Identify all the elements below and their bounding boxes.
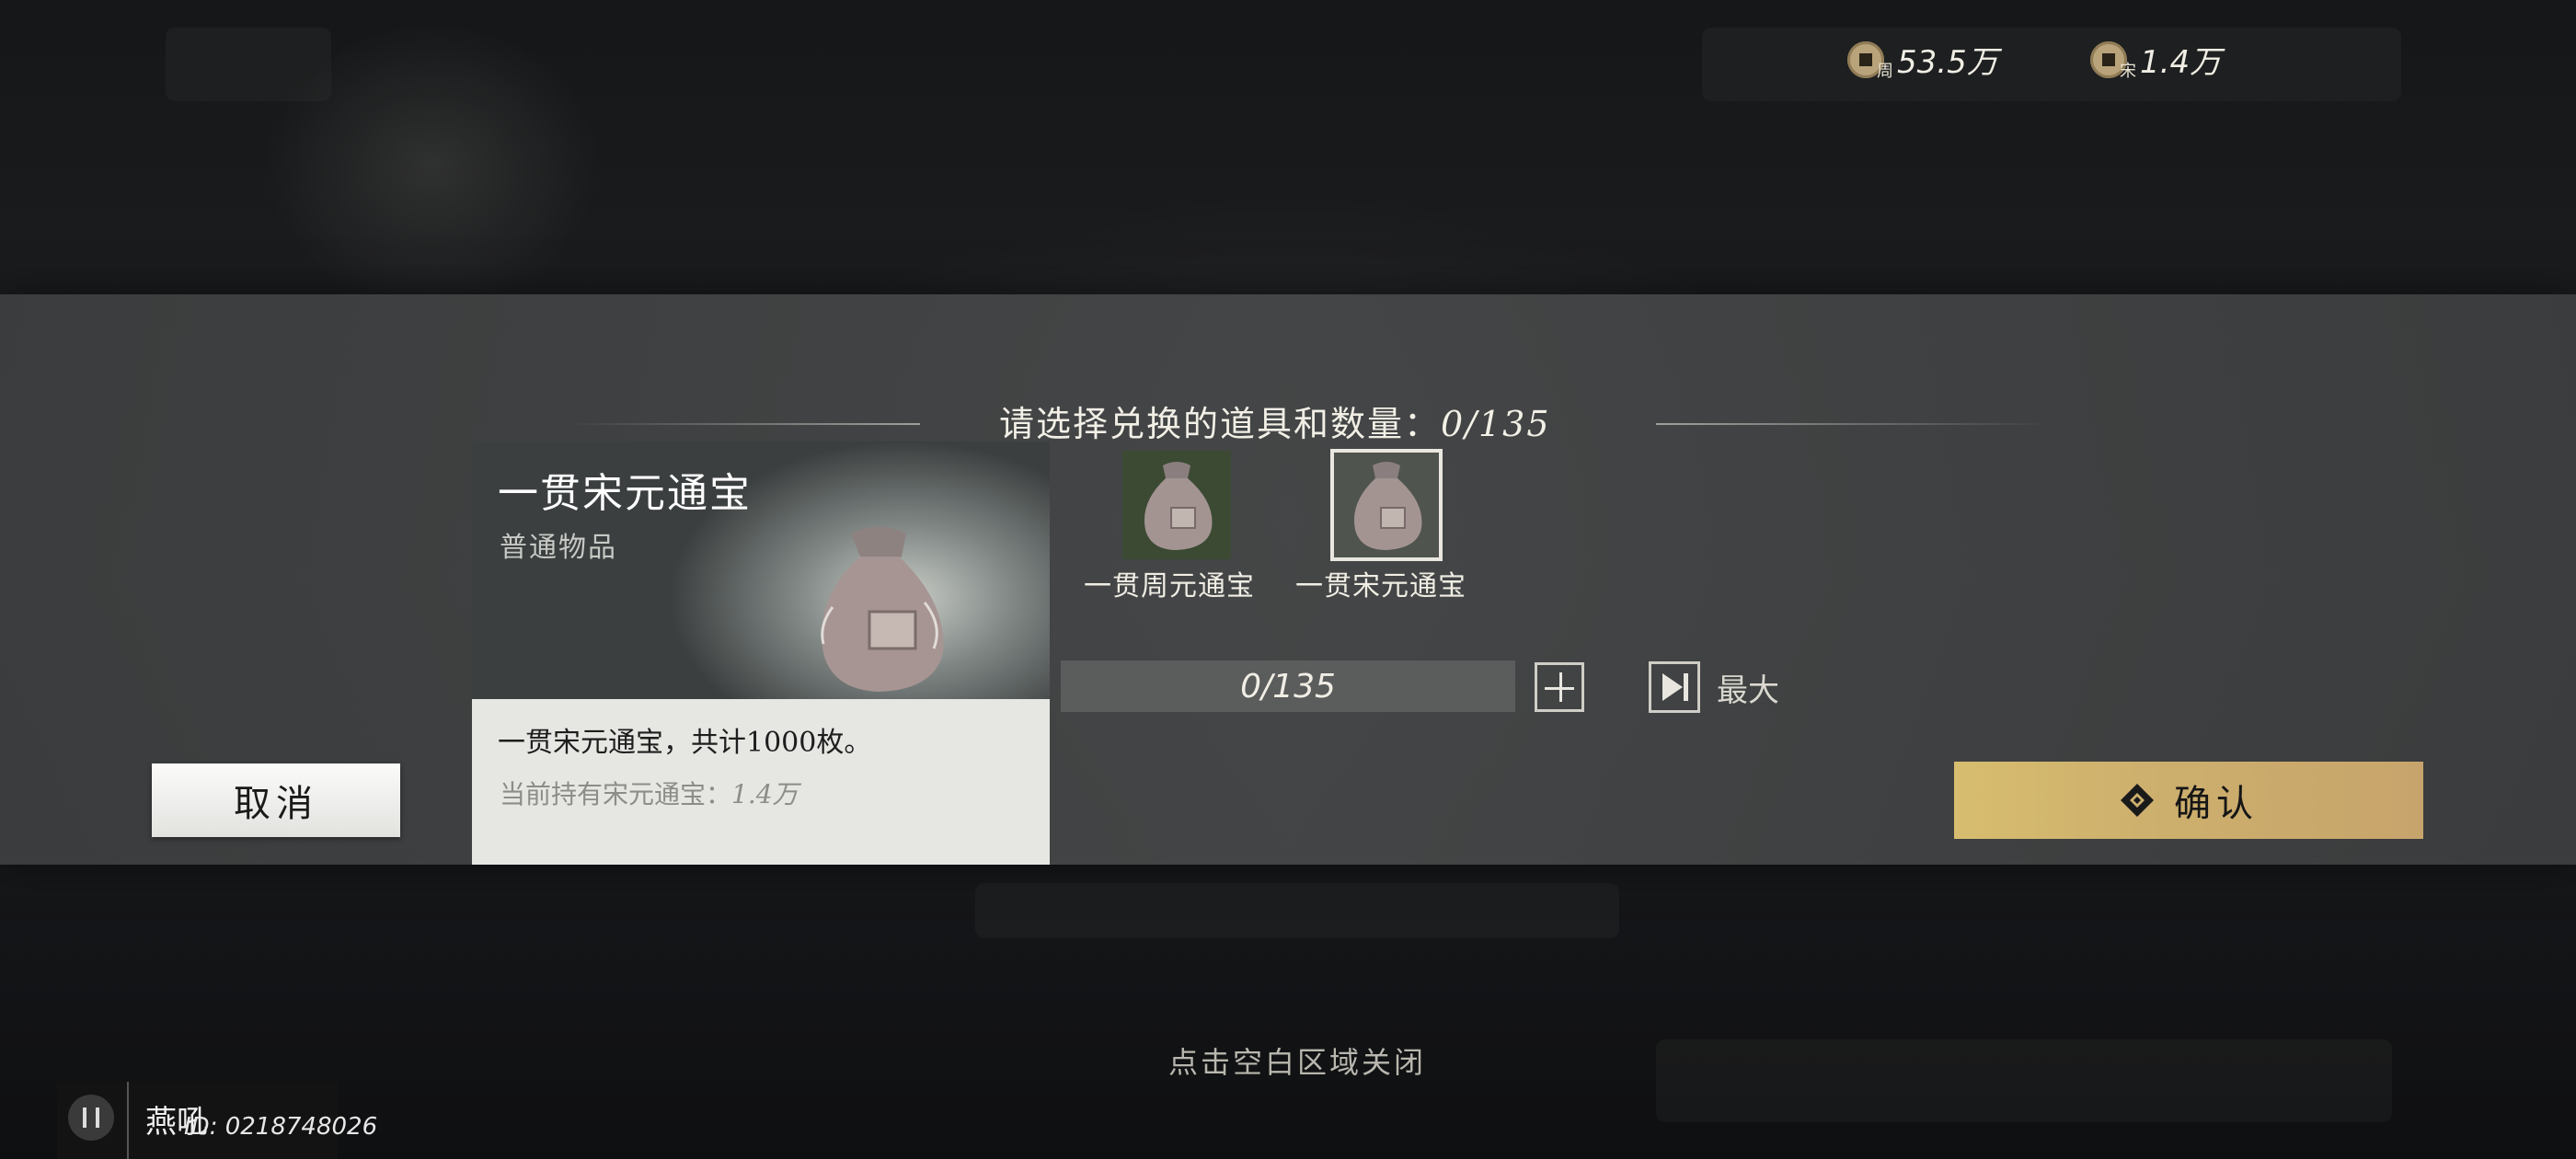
item-owned-value: 1.4万: [731, 779, 799, 809]
item-name: 一贯宋元通宝: [498, 470, 752, 517]
item-description: 一贯宋元通宝，共计1000枚。: [498, 727, 872, 759]
dialog-title: 请选择兑换的道具和数量：0/135: [999, 404, 1551, 444]
option-slot-zhou[interactable]: [1122, 451, 1231, 559]
dialog-title-count: 0/135: [1441, 404, 1551, 444]
skip-to-end-icon: [1649, 661, 1700, 713]
player-id: ID: 0218748026: [184, 1113, 378, 1141]
currency-song: 宋 1.4万: [2090, 37, 2221, 82]
max-button[interactable]: 最大: [1649, 660, 1779, 714]
plus-icon[interactable]: [1535, 662, 1584, 712]
coin-pouch-icon: [1353, 462, 1422, 550]
option-label-zhou: 一贯周元通宝: [1084, 570, 1255, 602]
currency-zhou: 周 53.5万: [1847, 37, 1998, 82]
currency-zhou-amount: 53.5万: [1897, 44, 1998, 81]
confirm-button[interactable]: 确认: [1954, 762, 2423, 839]
close-hint[interactable]: 点击空白区域关闭: [1168, 1039, 1426, 1082]
coin-pouch-icon: [1144, 462, 1213, 550]
confirm-label: 确认: [2174, 783, 2259, 825]
item-detail-card: 一贯宋元通宝 普通物品 一贯宋元通宝，共计1000枚。 当前持有宋元通宝：1.4…: [472, 442, 1050, 865]
max-label: 最大: [1717, 671, 1779, 709]
song-coin-icon: 宋: [2090, 40, 2136, 81]
quantity-field[interactable]: 0/135: [1061, 660, 1515, 712]
id-divider: [127, 1082, 129, 1159]
player-id-box: 燕吼 ID: 0218748026: [57, 1082, 377, 1159]
diamond-icon: [2121, 784, 2154, 817]
cancel-button[interactable]: 取消: [152, 763, 400, 837]
item-owned: 当前持有宋元通宝：1.4万: [500, 779, 799, 809]
item-card-header: 一贯宋元通宝 普通物品: [472, 442, 1050, 699]
option-slot-song[interactable]: [1330, 449, 1443, 561]
option-label-song: 一贯宋元通宝: [1295, 570, 1466, 602]
zhou-coin-icon: 周: [1847, 40, 1893, 81]
item-rarity: 普通物品: [500, 532, 617, 564]
dialog-title-row: 请选择兑换的道具和数量：0/135: [0, 396, 2576, 451]
title-divider-left: [570, 423, 920, 425]
voice-icon[interactable]: [68, 1095, 114, 1141]
bottom-dim: [0, 865, 2576, 1159]
coin-pouch-icon: [821, 526, 944, 692]
title-divider-right: [1656, 423, 2052, 425]
currency-song-amount: 1.4万: [2140, 44, 2222, 81]
